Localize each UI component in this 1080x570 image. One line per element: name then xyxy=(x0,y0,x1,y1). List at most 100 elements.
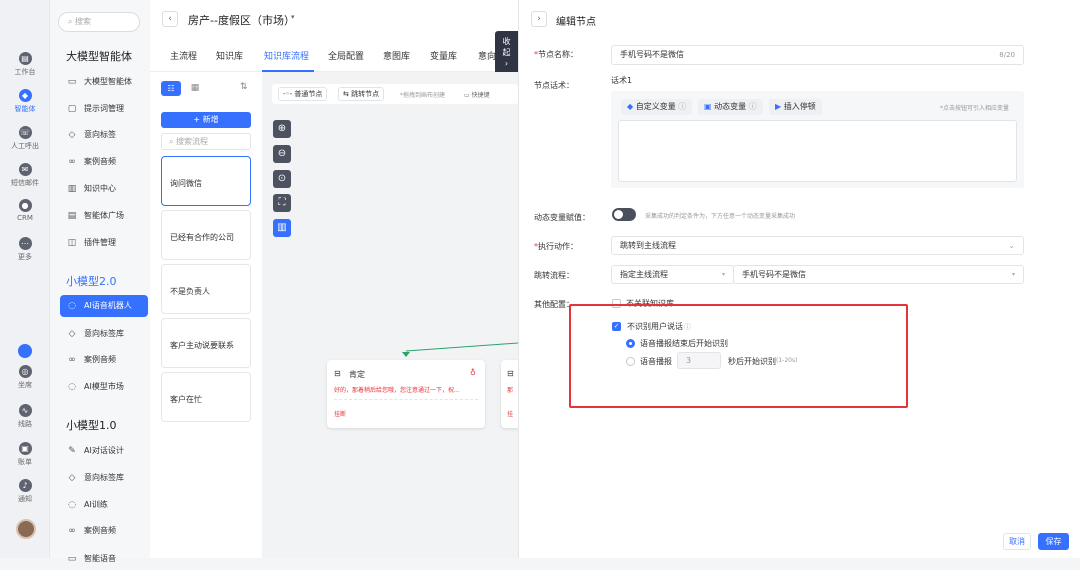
minimap-icon[interactable]: ▥ xyxy=(273,219,291,237)
dynamic-variable-button[interactable]: ▣ 动态变量 ⓘ xyxy=(698,99,763,115)
sidebar-item-label: 知识中心 xyxy=(84,184,116,193)
node-title: 肯定 xyxy=(349,370,365,379)
rail-item-9[interactable]: ♪ 通知 xyxy=(0,479,50,504)
sidebar-item-big-2[interactable]: ◇ 意向标签 xyxy=(60,124,148,146)
sidebar-item-v1-3[interactable]: ∞ 案例音频 xyxy=(60,520,148,542)
flow-search-placeholder: 搜索流程 xyxy=(176,137,209,146)
rail-item-3[interactable]: ✉ 短信邮件 xyxy=(0,163,50,188)
tab-6[interactable]: 意向 xyxy=(478,49,496,62)
tag-icon: ◇ xyxy=(68,130,76,140)
flow-canvas[interactable] xyxy=(263,72,518,558)
rail-item-4[interactable]: ● CRM xyxy=(0,199,50,222)
sidebar-item-label: 插件管理 xyxy=(84,238,116,247)
zoom-out-icon[interactable]: ⊖ xyxy=(273,145,291,163)
variable-icon: ◆ xyxy=(627,102,634,111)
back-button[interactable]: ‹ xyxy=(162,11,178,27)
sidebar-item-v1-1[interactable]: ◇ 意向标签库 xyxy=(60,467,148,489)
flow-card[interactable]: 客户主动说要联系 xyxy=(161,318,251,368)
sidebar-item-v2-0[interactable]: ◌ AI语音机器人 xyxy=(60,295,148,317)
search-icon: ⌕ xyxy=(169,137,174,146)
rail-item-0[interactable]: ▤ 工作台 xyxy=(0,52,50,77)
sidebar-item-label: 案例音频 xyxy=(84,157,116,166)
sidebar-item-label: 意向标签库 xyxy=(84,473,124,482)
chevron-down-icon: ▾ xyxy=(1011,271,1015,278)
market-icon: ◌ xyxy=(68,382,76,392)
dynamic-variable-label: 动态变量 xyxy=(714,102,747,111)
microphone-icon: ♁ xyxy=(470,368,476,377)
sidebar-item-big-5[interactable]: ▤ 智能体广场 xyxy=(60,205,148,227)
sidebar-item-big-3[interactable]: ∞ 案例音频 xyxy=(60,151,148,173)
sidebar-item-label: AI模型市场 xyxy=(84,382,124,391)
panel-expand-button[interactable]: › xyxy=(531,11,547,27)
dynamic-assign-toggle[interactable] xyxy=(612,208,636,221)
flow-node-yes[interactable]: ⊟ 肯定 ♁ 好的，那着稍后给您哦，您注意通过一下，祝... 挂断 xyxy=(327,360,485,428)
tab-0[interactable]: 主流程 xyxy=(170,49,197,62)
flow-card[interactable]: 询问微信 xyxy=(161,156,251,206)
rail-item-6[interactable]: ◎ 坐席 xyxy=(0,365,50,390)
sidebar-item-big-0[interactable]: ▭ 大模型智能体 xyxy=(60,71,148,93)
sidebar-item-big-4[interactable]: ▥ 知识中心 xyxy=(60,178,148,200)
title-dropdown-icon[interactable]: ▾ xyxy=(291,13,295,21)
rail-item-5[interactable]: ⋯ 更多 xyxy=(0,237,50,262)
flow-node-no[interactable]: ⊟ 那 挂 xyxy=(501,360,518,428)
jump-flow-target-value: 手机号码不是微信 xyxy=(742,270,806,279)
node-hangup: 挂 xyxy=(507,411,514,418)
user-avatar[interactable] xyxy=(16,519,36,539)
rail-item-7[interactable]: ∿ 线路 xyxy=(0,404,50,429)
tab-1[interactable]: 知识库 xyxy=(216,49,243,62)
normal-node-button[interactable]: -◦- 普通节点 xyxy=(278,87,328,101)
new-flow-button[interactable]: + 新增 xyxy=(161,112,251,128)
sidebar-item-v2-2[interactable]: ∞ 案例音频 xyxy=(60,349,148,371)
info-icon: ⓘ xyxy=(748,102,757,111)
layout-icon[interactable]: ⛶ xyxy=(273,194,291,212)
script-textarea[interactable] xyxy=(618,120,1017,182)
collapse-button[interactable]: 收起 › xyxy=(495,31,518,75)
phone-icon: ☏ xyxy=(18,126,32,139)
node-divider xyxy=(334,399,478,400)
flow-card[interactable]: 已经有合作的公司 xyxy=(161,210,251,260)
flow-card[interactable]: 不是负责人 xyxy=(161,264,251,314)
jump-node-button[interactable]: ⇆ 跳转节点 xyxy=(338,87,385,101)
sidebar-item-v1-4[interactable]: ▭ 智能语音 xyxy=(60,548,148,570)
sidebar-item-v2-1[interactable]: ◇ 意向标签库 xyxy=(60,323,148,345)
sidebar-item-label: 意向标签库 xyxy=(84,329,124,338)
rail-item-1[interactable]: ◆ 智能体 xyxy=(0,89,50,114)
flow-search-input[interactable]: ⌕ 搜索流程 xyxy=(161,133,251,150)
node-hangup: 挂断 xyxy=(334,411,347,418)
save-button[interactable]: 保存 xyxy=(1038,533,1069,550)
locate-icon[interactable]: ⊙ xyxy=(273,170,291,188)
tab-5[interactable]: 变量库 xyxy=(430,49,457,62)
shortcut-button[interactable]: ▭ 快捷键 xyxy=(464,90,490,99)
rail-item-label: 线路 xyxy=(18,420,32,428)
flow-card[interactable]: 客户在忙 xyxy=(161,372,251,422)
node-name-field[interactable]: 手机号码不是微信 8/20 xyxy=(611,45,1024,65)
rail-item-2[interactable]: ☏ 人工呼出 xyxy=(0,126,50,151)
left-rail xyxy=(0,0,50,558)
custom-variable-button[interactable]: ◆ 自定义变量 ⓘ xyxy=(621,99,693,115)
tab-4[interactable]: 意图库 xyxy=(383,49,410,62)
sidebar-item-big-1[interactable]: ▢ 提示词管理 xyxy=(60,98,148,120)
tag-icon: ◇ xyxy=(68,329,76,339)
sidebar-search-input[interactable]: ⌕ 搜索 xyxy=(58,12,140,32)
list-view-toggle[interactable]: ☷ xyxy=(161,81,181,96)
jump-flow-type-select[interactable]: 指定主线流程 ▾ xyxy=(611,265,734,284)
jump-flow-target-select[interactable]: 手机号码不是微信 ▾ xyxy=(733,265,1024,284)
rail-item-8[interactable]: ▣ 账单 xyxy=(0,442,50,467)
chevron-down-icon: ⌄ xyxy=(1008,241,1015,250)
sidebar-item-label: 大模型智能体 xyxy=(84,77,132,86)
insert-pause-button[interactable]: ▶ 插入停顿 xyxy=(769,99,822,115)
tab-3[interactable]: 全局配置 xyxy=(328,49,364,62)
page-title: 房产--度假区（市场） xyxy=(188,14,295,27)
sort-icon[interactable]: ⇅ xyxy=(240,82,248,92)
sidebar-item-label: 提示词管理 xyxy=(84,104,124,113)
zoom-in-icon[interactable]: ⊕ xyxy=(273,120,291,138)
sidebar-item-big-6[interactable]: ◫ 插件管理 xyxy=(60,232,148,254)
section-small-model-2: 小模型2.0 xyxy=(66,275,117,288)
action-select[interactable]: 跳转到主线流程 ⌄ xyxy=(611,236,1024,255)
sidebar-item-v2-3[interactable]: ◌ AI模型市场 xyxy=(60,376,148,398)
cancel-button[interactable]: 取消 xyxy=(1003,533,1031,550)
sidebar-item-v1-0[interactable]: ✎ AI对话设计 xyxy=(60,440,148,462)
tab-2[interactable]: 知识库流程 xyxy=(264,49,309,62)
sidebar-item-v1-2[interactable]: ◌ AI训练 xyxy=(60,494,148,516)
grid-view-toggle[interactable]: ▦ xyxy=(185,81,205,96)
